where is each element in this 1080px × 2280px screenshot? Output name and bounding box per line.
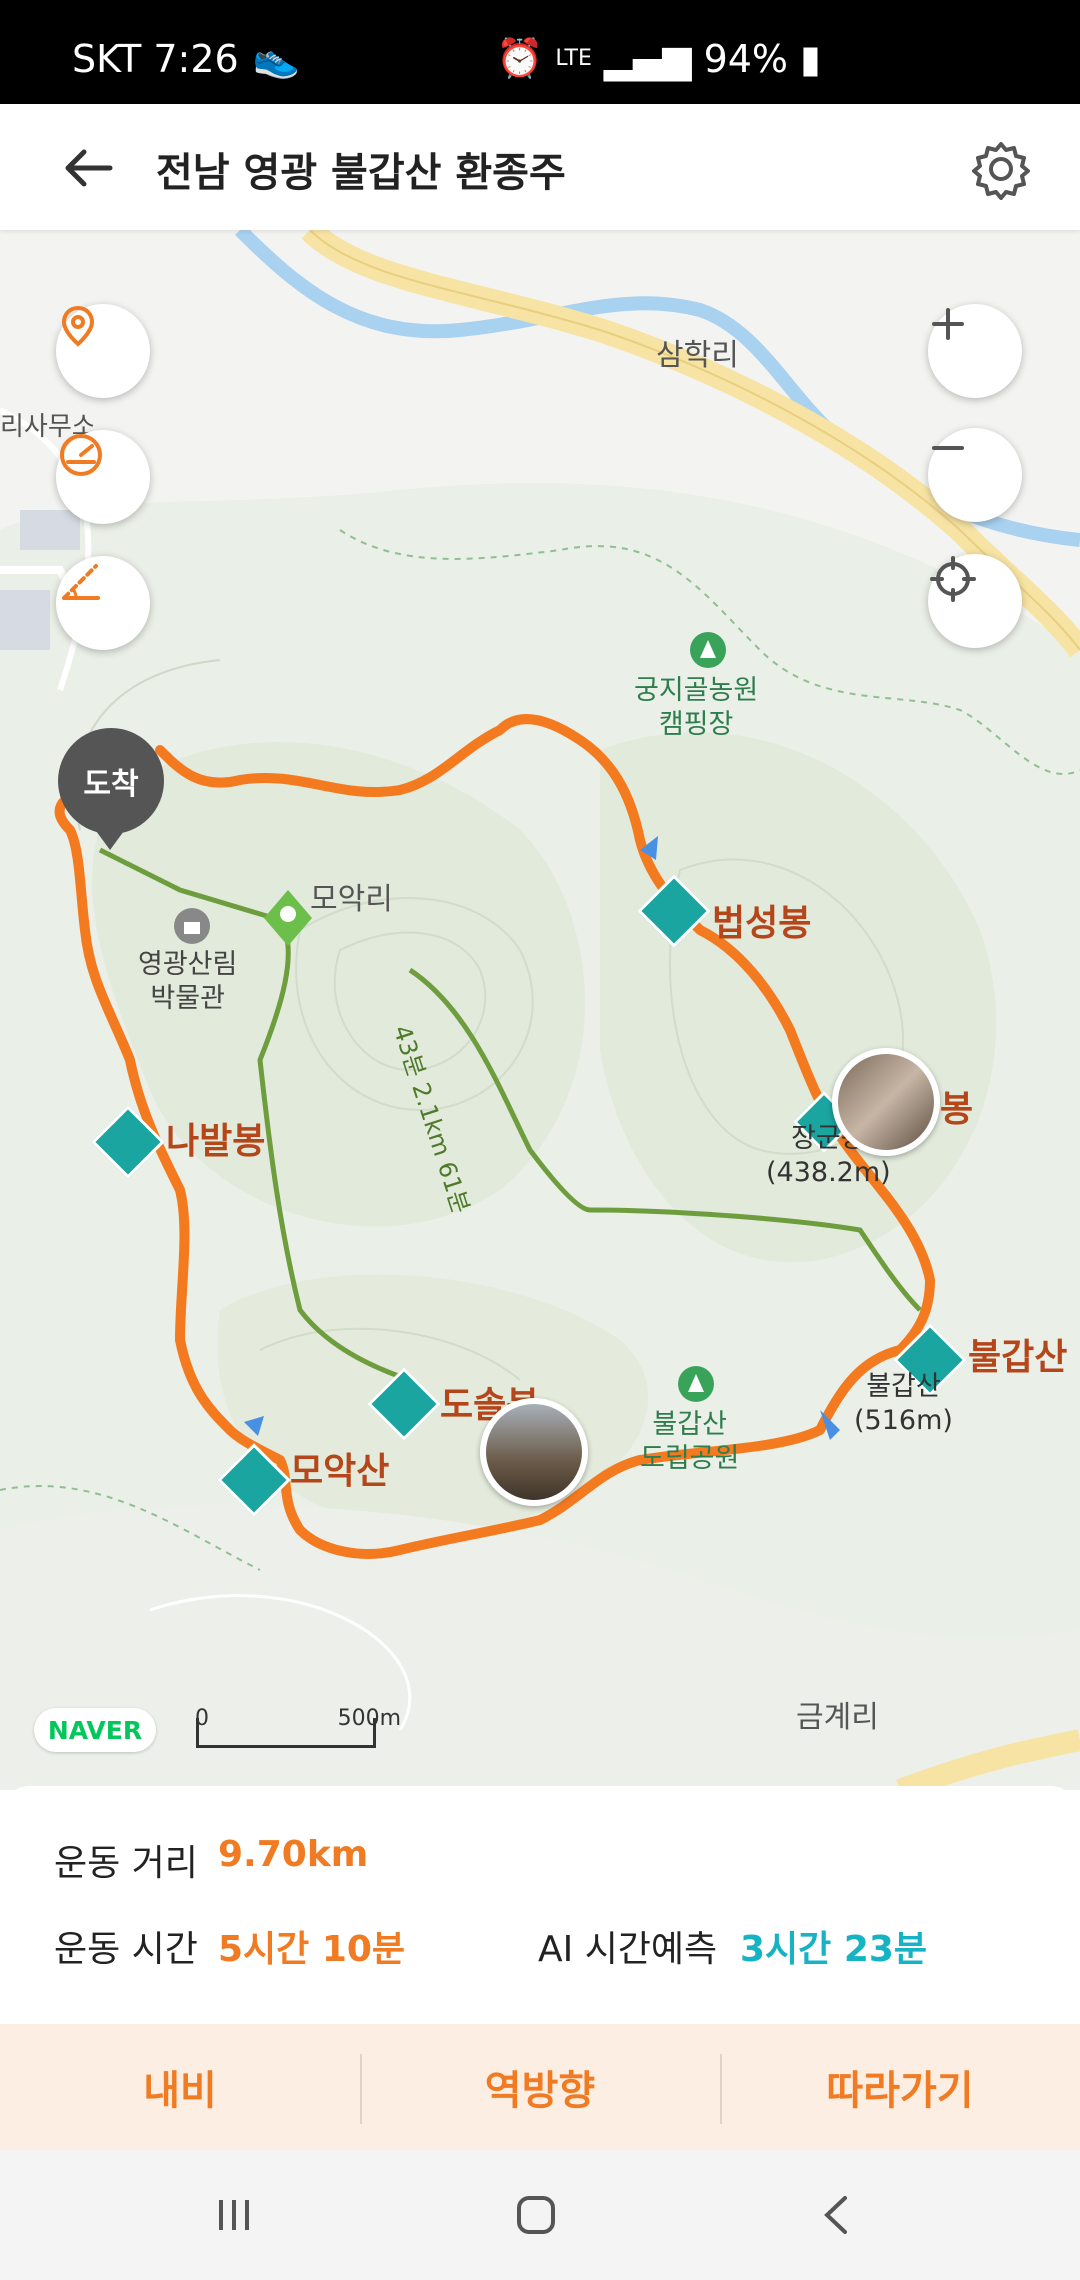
camping-label: 궁지골농원 캠핑장: [634, 675, 759, 740]
zoom-in-button[interactable]: [928, 304, 1022, 398]
stats-panel: 운동 거리 9.70km 운동 시간 5시간 10분 AI 시간예측 3시간 2…: [0, 1786, 1080, 2024]
speed-button[interactable]: [56, 430, 150, 524]
scale-bar: 0 500m: [195, 1706, 401, 1748]
reverse-button[interactable]: 역방향: [360, 2024, 720, 2150]
navigate-button[interactable]: 내비: [0, 2024, 360, 2150]
time-label: 운동 시간: [54, 1929, 198, 1970]
time-value: 5시간 10분: [218, 1929, 406, 1970]
photo-thumbnail[interactable]: [832, 1048, 940, 1156]
crosshair-icon: [930, 556, 976, 602]
back-arrow-icon: [65, 149, 113, 187]
network-label: LTE: [555, 46, 592, 71]
village-label: 삼학리: [656, 338, 739, 373]
gear-icon: [972, 142, 1030, 200]
map-pin-icon: [61, 305, 95, 347]
chevron-left-icon: [824, 2196, 847, 2234]
peak-sub-label: 불갑산 (516m): [854, 1371, 953, 1436]
status-bar: SKT 7:26 👟 ⏰ LTE ▂▄▆ 94% ▮: [0, 0, 1080, 104]
minus-icon: [932, 446, 964, 450]
back-nav-button[interactable]: [798, 2180, 878, 2250]
village-label: 금계리: [796, 1700, 879, 1735]
plus-icon: [932, 308, 964, 340]
arrive-marker[interactable]: 도착: [58, 728, 164, 834]
zoom-out-button[interactable]: [928, 428, 1022, 522]
recent-apps-icon: [219, 2200, 249, 2230]
map-view[interactable]: 삼학리 리사무소 모악리 금계리 궁지골농원 캠핑장 영광산림 박물관 불갑산 …: [0, 230, 1080, 1790]
museum-label: 영광산림 박물관: [138, 949, 238, 1014]
speedometer-icon: [60, 434, 102, 476]
follow-button[interactable]: 따라가기: [720, 2024, 1080, 2150]
photo-thumbnail[interactable]: [480, 1398, 588, 1506]
peak-label: 모악산: [290, 1451, 390, 1492]
distance-value: 9.70km: [218, 1834, 369, 1875]
slope-icon: [62, 564, 100, 600]
distance-label: 운동 거리: [54, 1843, 198, 1884]
home-icon: [517, 2196, 555, 2234]
battery-icon: ▮: [800, 36, 821, 81]
recent-apps-button[interactable]: [194, 2180, 274, 2250]
ai-time-value: 3시간 23분: [740, 1929, 928, 1970]
battery-text: 94%: [703, 36, 789, 81]
shoe-icon: 👟: [252, 36, 301, 80]
ai-time-label: AI 시간예측: [538, 1929, 718, 1970]
home-button[interactable]: [496, 2180, 576, 2250]
signal-icon: ▂▄▆: [603, 36, 692, 81]
page-title: 전남 영광 불갑산 환종주: [156, 150, 566, 196]
peak-label: 봉: [940, 1089, 974, 1130]
back-button[interactable]: [58, 138, 118, 198]
peak-label: 불갑산: [968, 1337, 1068, 1378]
action-bar: 내비 역방향 따라가기: [0, 2024, 1080, 2150]
peak-label: 나발봉: [166, 1121, 266, 1162]
scale-max-label: 500m: [337, 1706, 401, 1731]
park-label: 불갑산 도립공원: [640, 1409, 740, 1474]
scale-zero-label: 0: [195, 1706, 209, 1731]
naver-logo: NAVER: [34, 1708, 156, 1752]
alarm-icon: ⏰: [496, 36, 544, 80]
slope-button[interactable]: [56, 556, 150, 650]
status-time: SKT 7:26: [72, 36, 239, 81]
settings-button[interactable]: [970, 138, 1032, 200]
app-bar: 전남 영광 불갑산 환종주: [0, 104, 1080, 230]
system-nav-bar: [0, 2150, 1080, 2280]
village-label: 모악리: [310, 882, 393, 917]
location-button[interactable]: [56, 304, 150, 398]
peak-label: 법성봉: [712, 903, 812, 944]
my-location-button[interactable]: [928, 554, 1022, 648]
arrive-marker-tail: [88, 820, 132, 850]
